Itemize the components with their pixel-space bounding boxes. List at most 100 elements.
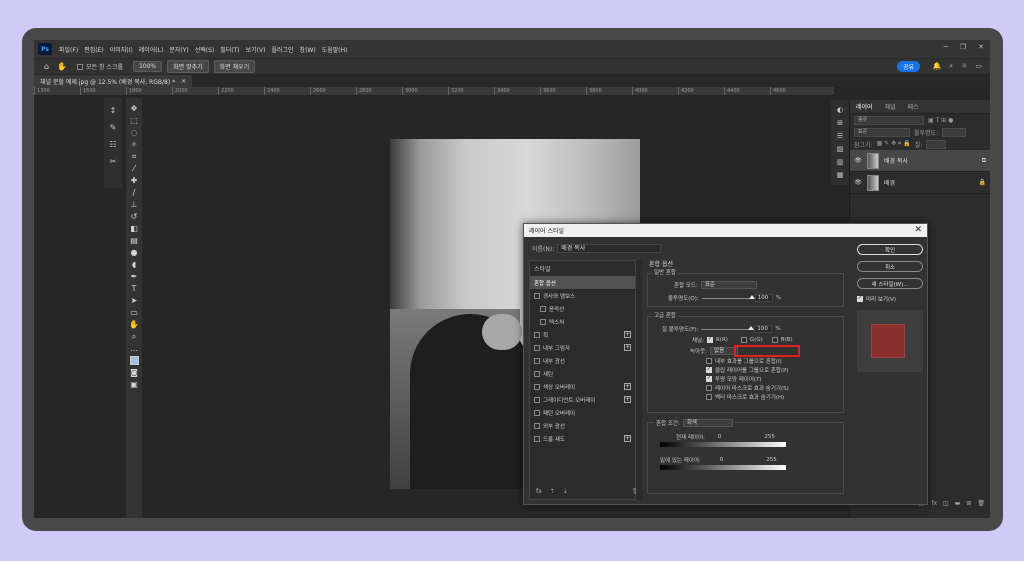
eraser-tool-icon[interactable]: ◧ [128,224,140,233]
opacity-value[interactable]: 100 [754,294,773,302]
history-icon[interactable]: ↕ [110,106,117,115]
fit-screen-button[interactable]: 화면 맞추기 [167,60,209,73]
channel-g-checkbox[interactable] [740,337,747,343]
fx-menu-icon[interactable]: fx [536,488,542,495]
properties-icon[interactable]: ☷ [109,140,116,149]
adv-option-checkbox[interactable] [706,366,712,373]
zoom-tool-icon[interactable]: ⌕ [128,332,140,341]
adv-option-checkbox[interactable] [706,394,712,400]
add-icon[interactable]: + [624,435,631,442]
fx-icon[interactable]: fx [931,500,937,510]
layers-comp-icon[interactable]: ▦ [837,171,844,179]
blend-if-select[interactable]: 회색 [682,419,733,427]
this-layer-gradient-slider[interactable] [660,442,786,447]
move-tool-icon[interactable]: ✥ [128,104,140,113]
tool-presets-icon[interactable]: ✂ [110,157,117,166]
zoom-100-button[interactable]: 100% [132,61,163,72]
style-item-inner-shadow[interactable]: 내부 그림자 + [530,341,635,354]
style-item-texture[interactable]: 텍스처 [530,315,635,328]
style-checkbox[interactable] [534,292,540,299]
adv-option-checkbox[interactable] [706,358,712,364]
channel-b-checkbox[interactable] [771,337,778,343]
quick-mask-icon[interactable]: ◙ [128,368,140,377]
screen-mode-icon[interactable]: ▣ [128,380,140,389]
eyedropper-tool-icon[interactable]: ⁄ [128,164,140,173]
blur-tool-icon[interactable]: ● [128,248,140,257]
clone-stamp-tool-icon[interactable]: ⊥ [128,200,140,209]
bell-icon[interactable]: 🔔 [932,62,941,71]
quick-select-tool-icon[interactable]: ✧ [128,140,140,149]
fill-opacity-slider-knob[interactable] [748,325,755,330]
tab-channels[interactable]: 채널 [879,102,902,111]
style-checkbox[interactable] [540,318,546,325]
layer-blend-select[interactable]: 표준 [854,127,910,137]
close-icon[interactable]: ✕ [978,43,984,51]
rectangle-tool-icon[interactable]: ▭ [128,308,140,317]
style-item-pattern-overlay[interactable]: 패턴 오버레이 [530,406,635,419]
style-list-scrollbar[interactable] [636,260,642,500]
restore-icon[interactable]: ❐ [960,43,966,51]
menu-view[interactable]: 보기(V) [243,45,269,54]
menu-filter[interactable]: 필터(T) [217,45,242,54]
style-checkbox[interactable] [534,370,540,377]
menu-layer[interactable]: 레이어(L) [136,45,167,54]
style-checkbox[interactable] [534,396,540,403]
hand-tool-icon[interactable]: ✋ [128,320,140,329]
folder-icon[interactable]: ▬ [955,500,961,510]
search-icon[interactable]: ⌕ [949,62,953,71]
style-checkbox[interactable] [534,422,540,429]
style-item-drop-shadow[interactable]: 드롭 섀도 + [530,432,635,445]
name-input[interactable]: 배경 복사 [557,244,662,253]
menu-type[interactable]: 문자(Y) [166,45,191,54]
style-checkbox[interactable] [540,305,546,312]
layer-row-background[interactable]: 👁 배경 🔒 [850,172,990,194]
layer-filter-select[interactable]: 종류 [854,115,924,125]
color-panel-icon[interactable]: ◐ [837,106,843,114]
pen-tool-icon[interactable]: ✒ [128,272,140,281]
underlying-gradient-slider[interactable] [660,465,786,470]
tab-close-icon[interactable]: × [181,78,186,85]
tab-layers[interactable]: 레이어 [850,102,879,111]
add-icon[interactable]: + [624,331,631,338]
image-panel-icon[interactable]: ▨ [837,145,844,153]
lasso-tool-icon[interactable]: ◌ [128,128,140,137]
add-icon[interactable]: + [624,396,631,403]
trash-icon[interactable]: 🗑 [977,500,985,510]
libraries-panel-icon[interactable]: ☰ [837,132,843,140]
opacity-slider-knob[interactable] [748,294,755,299]
hand-tool-icon[interactable]: ✋ [57,62,67,71]
move-down-icon[interactable]: ⇣ [563,488,568,495]
style-checkbox[interactable] [534,331,540,338]
style-checkbox[interactable] [534,435,540,442]
menu-plugins[interactable]: 플러그인 [268,45,296,54]
style-checkbox[interactable] [534,344,540,351]
add-icon[interactable]: + [624,383,631,390]
history-brush-tool-icon[interactable]: ↺ [128,212,140,221]
menu-help[interactable]: 도움말(H) [319,45,351,54]
new-layer-icon[interactable]: ⊞ [966,500,971,510]
style-checkbox[interactable] [534,357,540,364]
scroll-all-checkbox[interactable] [77,63,84,70]
ok-button[interactable]: 확인 [857,244,923,255]
style-item-satin[interactable]: 새틴 [530,367,635,380]
path-select-tool-icon[interactable]: ➤ [128,296,140,305]
adv-option-checkbox[interactable] [706,385,712,391]
new-style-button[interactable]: 새 스타일(W)... [857,278,923,289]
opacity-slider[interactable] [701,294,755,299]
lightbulb-icon[interactable]: ☼ [961,62,967,71]
add-icon[interactable]: + [624,344,631,351]
layer-row-background-copy[interactable]: 👁 배경 복사 ⧉ [850,150,990,172]
share-button[interactable]: 공유 [896,61,920,72]
brush-tool-icon[interactable]: ∕ [128,188,140,197]
style-item-bevel-emboss[interactable]: 경사와 엠보스 [530,289,635,302]
dodge-tool-icon[interactable]: ◖ [128,260,140,269]
style-checkbox[interactable] [534,409,540,416]
eye-icon[interactable]: 👁 [854,179,862,186]
style-checkbox[interactable] [534,383,540,390]
style-item-blending-options[interactable]: 혼합 옵션 [530,276,635,289]
preview-checkbox[interactable] [857,295,863,302]
info-panel-icon[interactable]: ▥ [837,158,844,166]
menu-image[interactable]: 이미지(I) [107,45,136,54]
cancel-button[interactable]: 취소 [857,261,923,272]
fill-screen-button[interactable]: 화면 채우기 [213,60,256,73]
